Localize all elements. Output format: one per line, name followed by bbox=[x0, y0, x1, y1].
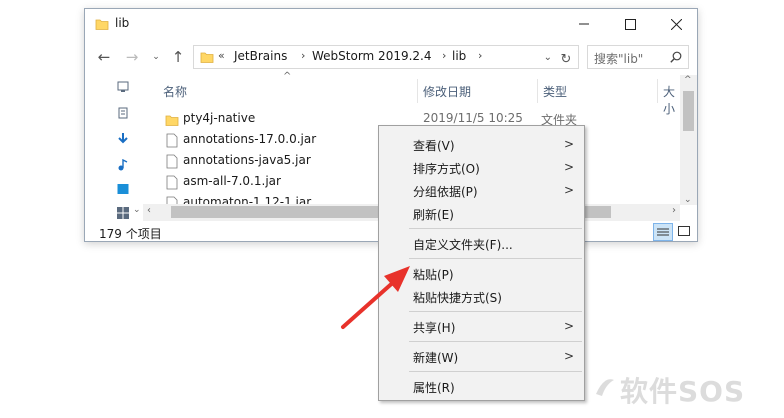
watermark-text: 软件SOS bbox=[620, 375, 746, 408]
watermark-logo-icon bbox=[596, 379, 614, 396]
annotation-arrow-icon bbox=[341, 266, 410, 329]
